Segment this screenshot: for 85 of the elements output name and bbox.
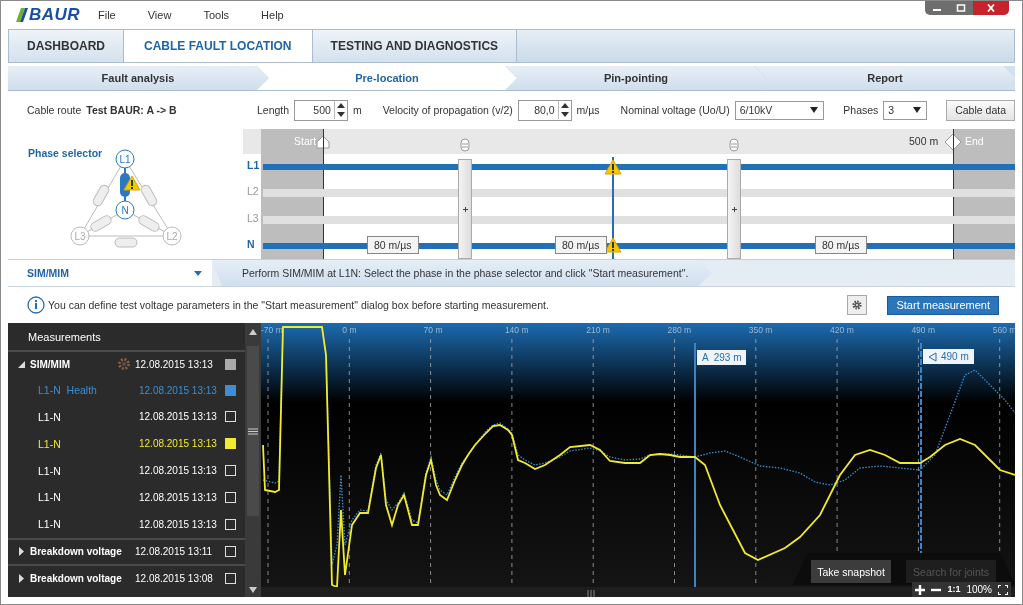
phase-node[interactable]: N [115,200,135,220]
main-tab[interactable]: TESTING AND DIAGNOSTICS [312,30,518,62]
measurement-date: 12.08.2015 13:13 [139,411,218,423]
measurement-date: 12.08.2015 13:13 [139,518,218,530]
velocity-field[interactable]: 80,0 [517,99,572,121]
menu-item[interactable]: View [147,9,172,21]
group-name: SIM/MIM [30,358,71,370]
measurement-group-row[interactable]: SIM/MIM 12.08.2015 13:13 [8,350,245,377]
axis-label: -70 m [261,325,283,335]
main-tab[interactable]: DASHBOARD [9,30,124,62]
axis-label: 0 m [342,325,357,335]
actual-size-button[interactable]: 1:1 [947,585,961,594]
velocity-label[interactable]: 80 m/µs [555,236,607,254]
measurement-row[interactable]: L1-N 12.08.2015 13:13 [8,403,245,431]
menu-item[interactable]: Tools [203,9,230,21]
phases-dropdown[interactable]: 3 [883,100,928,120]
cable-route-label: Cable route [27,104,82,116]
cable-data-button[interactable]: Cable data [946,99,1015,121]
velocity-label[interactable]: 80 m/µs [367,236,419,254]
measurement-group-row[interactable]: Breakdown voltage 12.08.2015 13:11 [8,537,245,565]
zoom-level: 100% [966,584,992,595]
measurement-date: 12.08.2015 13:13 [139,438,218,450]
voltage-label: Nominal voltage (Uo/U) [620,104,730,116]
phases-label: Phases [843,104,879,116]
measurement-row[interactable]: L1-N 12.08.2015 13:13 [8,484,245,511]
axis-label: 490 m [911,325,936,335]
phase-label: L3 [247,212,259,224]
list-title: Measurements [28,330,101,343]
axis-label: 70 m [423,325,443,335]
measurement-name: L1-N Health [38,384,98,397]
main-tab[interactable]: CABLE FAULT LOCATION [124,30,313,62]
phase-selector-title: Phase selector [28,147,103,159]
group-name: Breakdown voltage [30,573,123,585]
start-measurement-button[interactable]: Start measurement [887,295,999,315]
measurement-date: 12.08.2015 13:13 [139,465,218,477]
measurement-row[interactable]: L1-N 12.08.2015 13:13 [8,510,245,538]
step-tab[interactable]: Pre-location [257,66,517,90]
step-tab[interactable]: Pin-pointing [506,66,766,90]
phase-label: N [247,238,255,250]
method-dropdown[interactable]: SIM/MIM [8,260,212,286]
step-tab[interactable]: Report [755,66,1015,90]
start-label: Start [294,135,317,147]
phase-label: L2 [247,185,259,197]
voltage-dropdown[interactable]: 6/10kV [734,100,825,120]
end-label: End [965,135,984,147]
phase-label: L1 [247,159,260,171]
snapshot-button[interactable]: Take snapshot [811,560,891,583]
velocity-unit: m/µs [576,104,600,116]
menu-item[interactable]: File [98,9,116,21]
measurement-row[interactable]: L1-N 12.08.2015 13:13 [8,430,245,458]
axis-label: 210 m [586,325,610,335]
phase-node[interactable]: L1 [115,149,135,169]
measurement-row[interactable]: L1-N Health 12.08.2015 13:13 [8,376,245,404]
axis-label: 350 m [748,325,773,335]
axis-label: 280 m [667,325,692,335]
length-label: Length [257,104,290,116]
measurement-name: L1-N [38,491,62,504]
cable-route-value: Test BAUR: A -> B [86,104,177,116]
logo-text: BAUR [29,5,81,25]
measurement-name: L1-N [38,464,62,477]
menu-item[interactable]: Help [261,9,284,21]
velocity-label: Velocity of propagation (v/2) [382,104,513,116]
measurement-name: L1-N [38,437,62,450]
measurement-date: 12.08.2015 13:08 [135,573,214,585]
measurement-date: 12.08.2015 13:13 [139,384,218,396]
cursor-label[interactable]: 490 m [923,349,974,364]
measurement-date: 12.08.2015 13:13 [139,491,218,503]
measurement-group-row[interactable]: Breakdown voltage 12.08.2015 13:08 [8,564,245,592]
measurement-name: L1-N [38,518,62,531]
measurement-date: 12.08.2015 13:11 [135,546,214,558]
measurement-row[interactable]: L1-N 12.08.2015 13:13 [8,457,245,484]
measurement-date: 12.08.2015 13:13 [135,358,214,370]
measurement-name: L1-N [38,411,62,423]
cursor-label[interactable]: A 293 m [697,350,747,365]
length-unit: m [352,104,362,116]
info-text: You can define test voltage parameters in the "Start measurement" dialog box before starting measurement. [48,299,550,311]
velocity-label[interactable]: 80 m/µs [815,236,867,254]
axis-label: 140 m [504,325,529,335]
axis-label: 560 m [992,325,1015,335]
instruction-text: Perform SIM/MIM at L1N: Select the phase in the phase selector and click "Start measurement". [242,267,689,279]
axis-label: 420 m [830,325,854,335]
group-name: Breakdown voltage [30,546,123,558]
end-distance-label: 500 m [909,135,939,147]
length-field[interactable]: 500 [294,99,348,121]
step-tab[interactable]: Fault analysis [8,66,268,90]
